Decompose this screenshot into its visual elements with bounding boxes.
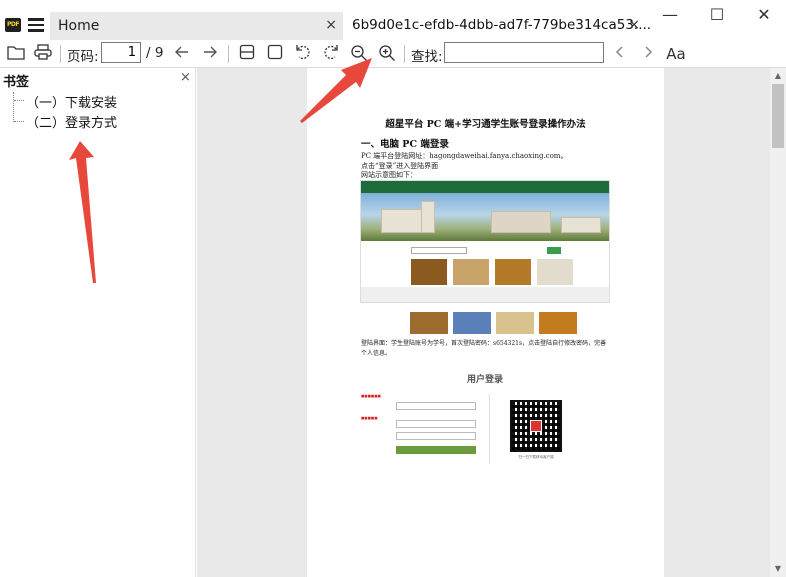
fit-width-icon[interactable]: [236, 44, 258, 64]
thumbnail-image: [453, 312, 491, 334]
app-logo-icon: PDF: [5, 18, 21, 32]
toolbar-separator: [404, 45, 405, 63]
thumbnail-image: [410, 312, 448, 334]
pdf-page: 超星平台 PC 端+学习通学生账号登录操作办法 一、电脑 PC 端登录 PC 端…: [307, 68, 664, 577]
maximize-button[interactable]: ☐: [706, 6, 728, 26]
tree-line: [14, 121, 24, 122]
tab-home[interactable]: Home ×: [50, 12, 343, 40]
page-label: 页码:: [67, 49, 99, 65]
bookmarks-close-icon[interactable]: ×: [180, 70, 191, 85]
thumbnail-image: [539, 312, 577, 334]
document-title: 超星平台 PC 端+学习通学生账号登录操作办法: [385, 119, 586, 130]
menu-icon[interactable]: [28, 18, 44, 32]
login-title: 用户登录: [466, 375, 503, 385]
paragraph-line: 登陆界面：学生登陆账号为学号，首次登陆密码：s654321s，点击登陆自行修改密…: [361, 340, 607, 347]
tab-home-close-icon[interactable]: ×: [325, 17, 337, 33]
tab-home-label: Home: [58, 18, 100, 34]
folder-icon[interactable]: [5, 44, 27, 64]
font-icon[interactable]: Aa: [665, 44, 687, 64]
title-bar: PDF Home × 6b9d0e1c-efdb-4dbb-ad7f-779be…: [0, 0, 786, 40]
page-number-input[interactable]: [101, 42, 141, 63]
toolbar: 页码: / 9 查找:: [0, 40, 786, 68]
tab-document-label: 6b9d0e1c-efdb-4dbb-ad7f-779be314ca53....: [352, 17, 652, 33]
toolbar-separator: [60, 45, 61, 63]
website-screenshot-image: [360, 180, 610, 303]
paragraph-line: 网站示意图如下：: [361, 171, 417, 179]
scroll-up-icon[interactable]: ▲: [770, 68, 786, 84]
bookmark-item[interactable]: （二）登录方式: [26, 112, 117, 131]
arrow-right-icon[interactable]: [200, 44, 220, 64]
tab-document-close-icon[interactable]: ×: [628, 17, 640, 33]
vertical-scrollbar[interactable]: ▲ ▼: [770, 68, 786, 577]
bookmarks-panel: 书签 × （一）下载安装 （二）登录方式: [0, 68, 196, 577]
tree-line: [14, 100, 24, 101]
zoom-in-icon[interactable]: [376, 44, 398, 64]
find-next-icon[interactable]: [639, 44, 657, 64]
scroll-thumb[interactable]: [772, 84, 784, 148]
rotate-right-icon[interactable]: [320, 44, 342, 64]
close-window-button[interactable]: ✕: [753, 6, 775, 26]
paragraph-line: 个人信息。: [361, 350, 392, 357]
find-label: 查找:: [411, 49, 443, 65]
tab-document[interactable]: 6b9d0e1c-efdb-4dbb-ad7f-779be314ca53....…: [343, 12, 651, 40]
bookmarks-title: 书签: [3, 75, 30, 90]
zoom-out-icon[interactable]: [348, 44, 370, 64]
rotate-left-icon[interactable]: [292, 44, 314, 64]
find-input[interactable]: [444, 42, 604, 63]
scroll-down-icon[interactable]: ▼: [770, 561, 786, 577]
login-button-image: [396, 446, 476, 454]
page-total: / 9: [146, 45, 164, 61]
tree-line: [13, 92, 14, 122]
bookmark-item[interactable]: （一）下载安装: [26, 92, 117, 111]
find-prev-icon[interactable]: [611, 44, 629, 64]
qr-caption: 扫一扫下载移动客户端: [518, 455, 554, 459]
document-viewport[interactable]: 超星平台 PC 端+学习通学生账号登录操作办法 一、电脑 PC 端登录 PC 端…: [197, 68, 770, 577]
section-heading: 一、电脑 PC 端登录: [361, 139, 449, 150]
thumbnail-image: [496, 312, 534, 334]
arrow-left-icon[interactable]: [172, 44, 192, 64]
login-screenshot-image: 用户登录 ■■■■■■ ■■■■■ 扫一扫下载移动客户端: [360, 364, 610, 474]
fit-page-icon[interactable]: [264, 44, 286, 64]
minimize-button[interactable]: —: [659, 6, 681, 26]
toolbar-separator: [228, 45, 229, 63]
print-icon[interactable]: [32, 44, 54, 64]
pdf-reader-window: PDF Home × 6b9d0e1c-efdb-4dbb-ad7f-779be…: [0, 0, 786, 577]
paragraph-line: PC 端平台登陆网址：hagongdaweihai.fanya.chaoxing…: [361, 152, 568, 160]
